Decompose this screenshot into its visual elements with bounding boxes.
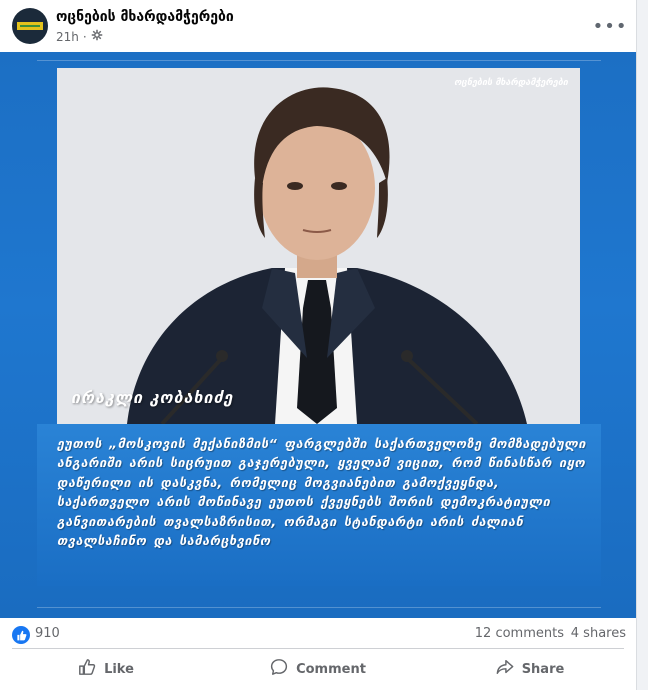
post-meta: 21h · bbox=[56, 29, 103, 44]
post-stats: 910 12 comments 4 shares bbox=[0, 618, 636, 648]
watermark-text: ოცნების მხარდამჭერები bbox=[454, 78, 568, 88]
avatar-logo-stripe bbox=[20, 25, 40, 27]
reaction-count[interactable]: 910 bbox=[35, 626, 60, 641]
page-avatar[interactable] bbox=[12, 8, 48, 44]
like-button[interactable]: Like bbox=[0, 650, 212, 688]
post-actions: Like Comment Share bbox=[0, 650, 636, 688]
post-header: ოცნების მხარდამჭერები 21h · ••• bbox=[0, 0, 636, 52]
portrait-illustration bbox=[57, 68, 580, 424]
comment-label: Comment bbox=[296, 661, 366, 677]
quote-text: ეუთოს „მოსკოვის მექანიზმის“ ფარგლებში სა… bbox=[57, 436, 587, 549]
page-name-link[interactable]: ოცნების მხარდამჭერები bbox=[56, 9, 234, 25]
post-image[interactable]: ოცნების მხარდამჭერები ირაკლი კობახიძე ეუ… bbox=[0, 52, 636, 618]
speaker-name-tag: ირაკლი კობახიძე bbox=[71, 388, 234, 407]
more-options-icon[interactable]: ••• bbox=[593, 12, 627, 40]
like-label: Like bbox=[104, 661, 134, 677]
share-count[interactable]: 4 shares bbox=[571, 626, 626, 641]
share-button[interactable]: Share bbox=[424, 650, 636, 688]
gear-icon[interactable] bbox=[91, 29, 103, 44]
portrait-photo: ოცნების მხარდამჭერები ირაკლი კობახიძე bbox=[57, 68, 580, 424]
like-reaction-icon[interactable] bbox=[12, 626, 30, 644]
frame-line-top bbox=[37, 60, 601, 61]
thumbs-up-icon bbox=[78, 658, 96, 680]
actions-divider bbox=[12, 648, 624, 649]
post-card: ოცნების მხარდამჭერები 21h · ••• ოცნების … bbox=[0, 0, 637, 690]
comment-count[interactable]: 12 comments bbox=[475, 626, 564, 641]
quote-box: ეუთოს „მოსკოვის მექანიზმის“ ფარგლებში სა… bbox=[37, 424, 601, 586]
privacy-dot: · bbox=[82, 29, 87, 44]
share-label: Share bbox=[521, 661, 565, 677]
post-time[interactable]: 21h bbox=[56, 30, 79, 44]
comment-bubble-icon bbox=[270, 658, 288, 680]
comment-button[interactable]: Comment bbox=[212, 650, 424, 688]
frame-line-bottom bbox=[37, 607, 601, 608]
share-arrow-icon bbox=[496, 658, 514, 680]
